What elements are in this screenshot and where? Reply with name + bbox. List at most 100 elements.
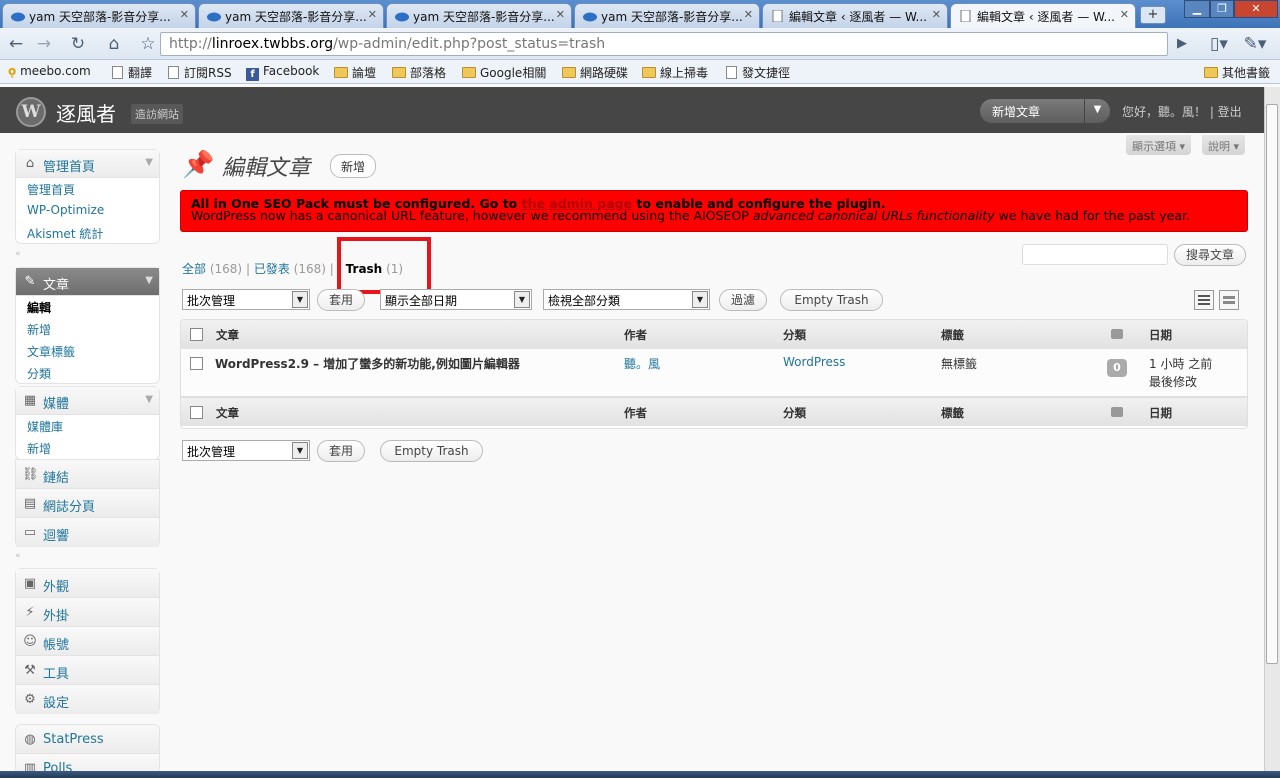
bulk-actions-select-top[interactable]: 批次管理 ▼ <box>182 289 310 310</box>
go-arrow-icon[interactable]: ▶ <box>1170 33 1194 55</box>
reload-icon[interactable]: ↻ <box>66 33 90 55</box>
column-date[interactable]: 日期 <box>1149 405 1172 421</box>
bookmark-translate[interactable]: 翻譯 <box>112 64 152 81</box>
bookmark-meebo[interactable]: ǫ meebo.com <box>8 64 91 78</box>
scrollbar-thumb[interactable] <box>1266 104 1278 664</box>
apply-button-bottom[interactable]: 套用 <box>317 440 365 462</box>
select-all-checkbox[interactable] <box>190 406 203 419</box>
submenu-media-add[interactable]: 新增 <box>16 437 159 459</box>
submenu-wp-optimize[interactable]: WP-Optimize <box>16 200 159 222</box>
filter-button[interactable]: 過濾 <box>719 289 767 311</box>
visit-site-button[interactable]: 造訪網站 <box>131 104 183 124</box>
minimize-icon[interactable]: ▁ <box>1184 0 1210 18</box>
bookmark-folder-drive[interactable]: 網路硬碟 <box>562 64 628 81</box>
site-name[interactable]: 逐風者 <box>56 98 116 127</box>
bulk-actions-select-bottom[interactable]: 批次管理 ▼ <box>182 440 310 461</box>
menu-head-posts[interactable]: ✎ 文章 ▼ <box>16 268 159 296</box>
bookmark-facebook[interactable]: f Facebook <box>246 64 319 81</box>
forward-arrow-icon[interactable]: → <box>32 33 56 55</box>
new-tab-button[interactable]: + <box>1140 6 1166 24</box>
browser-tab-1[interactable]: yam 天空部落-影音分享... ✕ <box>2 3 196 28</box>
bookmark-folder-blog[interactable]: 部落格 <box>392 64 446 81</box>
bookmark-folder-forum[interactable]: 論壇 <box>334 64 376 81</box>
column-post[interactable]: 文章 <box>216 327 239 343</box>
submenu-posts-tags[interactable]: 文章標籤 <box>16 340 159 362</box>
bookmark-post-shortcut[interactable]: 發文捷徑 <box>726 64 790 81</box>
submenu-akismet-stats[interactable]: Akismet 統計 <box>16 222 159 244</box>
browser-tab-5[interactable]: 編輯文章 ‹ 逐風者 — W... ✕ <box>762 3 948 28</box>
chevron-down-icon[interactable]: ▼ <box>145 157 153 168</box>
menu-pages[interactable]: ▤ 網誌分頁 <box>16 489 159 518</box>
tab-close-icon[interactable]: ✕ <box>368 8 377 21</box>
tab-close-icon[interactable]: ✕ <box>556 8 565 21</box>
tab-close-icon[interactable]: ✕ <box>1120 8 1129 21</box>
tab-close-icon[interactable]: ✕ <box>180 8 189 21</box>
bookmark-rss[interactable]: 訂閱RSS <box>168 64 232 81</box>
maximize-icon[interactable]: ❐ <box>1210 0 1234 18</box>
chevron-down-icon[interactable]: ▼ <box>145 394 153 405</box>
bookmark-folder-google[interactable]: Google相關 <box>462 64 546 81</box>
menu-links[interactable]: ⛓ 鏈結 <box>16 460 159 489</box>
browser-tab-3[interactable]: yam 天空部落-影音分享... ✕ <box>386 3 572 28</box>
menu-tools[interactable]: ⚒ 工具 <box>16 656 159 685</box>
bookmark-other[interactable]: 其他書籤 <box>1204 64 1270 81</box>
submenu-media-library[interactable]: 媒體庫 <box>16 415 159 437</box>
address-bar[interactable]: http://linroex.twbbs.org/wp-admin/edit.p… <box>160 32 1168 56</box>
add-new-post-button[interactable]: 新增 <box>330 154 377 178</box>
apply-button-top[interactable]: 套用 <box>317 289 365 311</box>
menu-statpress[interactable]: ◍ StatPress <box>16 725 159 754</box>
home-icon[interactable]: ⌂ <box>102 33 126 55</box>
submenu-posts-categories[interactable]: 分類 <box>16 362 159 384</box>
category-filter-select[interactable]: 檢視全部分類 ▼ <box>543 289 710 310</box>
empty-trash-button-bottom[interactable]: Empty Trash <box>380 440 483 462</box>
user-greeting[interactable]: 您好，聽。風！ | 登出 <box>1122 103 1242 120</box>
menu-head-dashboard[interactable]: ⌂ 管理首頁 ▼ <box>16 150 159 178</box>
submenu-posts-add[interactable]: 新增 <box>16 318 159 340</box>
close-window-icon[interactable]: ✕ <box>1234 0 1278 18</box>
page-menu-icon[interactable]: ▯▾ <box>1204 33 1234 55</box>
filter-published[interactable]: 已發表 (168) <box>254 262 326 276</box>
empty-trash-button-top[interactable]: Empty Trash <box>780 289 883 311</box>
chevron-down-icon[interactable]: ▼ <box>292 442 308 459</box>
browser-tab-2[interactable]: yam 天空部落-影音分享... ✕ <box>198 3 384 28</box>
menu-comments[interactable]: ▭ 迴響 <box>16 518 159 547</box>
date-filter-select[interactable]: 顯示全部日期 ▼ <box>380 289 532 310</box>
bookmark-star-icon[interactable]: ☆ <box>136 33 160 55</box>
chevron-down-icon[interactable]: ▼ <box>692 291 708 308</box>
menu-plugins[interactable]: ⚡ 外掛 <box>16 598 159 627</box>
search-posts-input[interactable] <box>1022 244 1168 265</box>
menu-appearance[interactable]: ▣ 外觀 <box>16 569 159 598</box>
help-button[interactable]: 說明 ▾ <box>1202 135 1246 155</box>
chevron-down-icon[interactable]: ▼ <box>292 291 308 308</box>
menu-users[interactable]: ☺ 帳號 <box>16 627 159 656</box>
chevron-down-icon[interactable]: ▼ <box>514 291 530 308</box>
filter-all[interactable]: 全部 (168) <box>182 262 242 276</box>
notice-emphasis: advanced canonical URLs functionality <box>752 208 995 223</box>
wrench-menu-icon[interactable]: ✎▾ <box>1240 33 1270 55</box>
column-date[interactable]: 日期 <box>1149 327 1172 343</box>
tab-close-icon[interactable]: ✕ <box>932 8 941 21</box>
search-posts-button[interactable]: 搜尋文章 <box>1174 244 1246 266</box>
chevron-down-icon[interactable]: ▼ <box>145 275 153 286</box>
screen-options-button[interactable]: 顯示選項 ▾ <box>1126 135 1192 155</box>
back-arrow-icon[interactable]: ← <box>4 33 28 55</box>
post-category[interactable]: WordPress <box>783 355 845 369</box>
list-view-icon[interactable] <box>1194 290 1214 310</box>
submenu-dashboard-home[interactable]: 管理首頁 <box>16 178 159 200</box>
bookmark-folder-antivirus[interactable]: 線上掃毒 <box>642 64 708 81</box>
select-all-checkbox[interactable] <box>190 328 203 341</box>
row-checkbox[interactable] <box>190 357 203 370</box>
chevron-down-icon[interactable]: ▼ <box>1084 99 1110 123</box>
submenu-posts-edit[interactable]: 編輯 <box>16 296 159 318</box>
post-author[interactable]: 聽。風 <box>624 355 660 372</box>
browser-tab-6-active[interactable]: 編輯文章 ‹ 逐風者 — W... ✕ <box>950 3 1136 29</box>
browser-tab-4[interactable]: yam 天空部落-影音分享... ✕ <box>574 3 760 28</box>
post-title[interactable]: WordPress2.9 – 增加了蠻多的新功能,例如圖片編輯器 <box>215 355 520 372</box>
menu-settings[interactable]: ⚙ 設定 <box>16 685 159 714</box>
comment-count-badge[interactable]: 0 <box>1107 359 1127 377</box>
tab-close-icon[interactable]: ✕ <box>744 8 753 21</box>
excerpt-view-icon[interactable] <box>1219 290 1239 310</box>
menu-head-media[interactable]: ▦ 媒體 ▼ <box>16 387 159 415</box>
favorite-actions-dropdown[interactable]: 新增文章 ▼ <box>980 99 1110 123</box>
column-post[interactable]: 文章 <box>216 405 239 421</box>
